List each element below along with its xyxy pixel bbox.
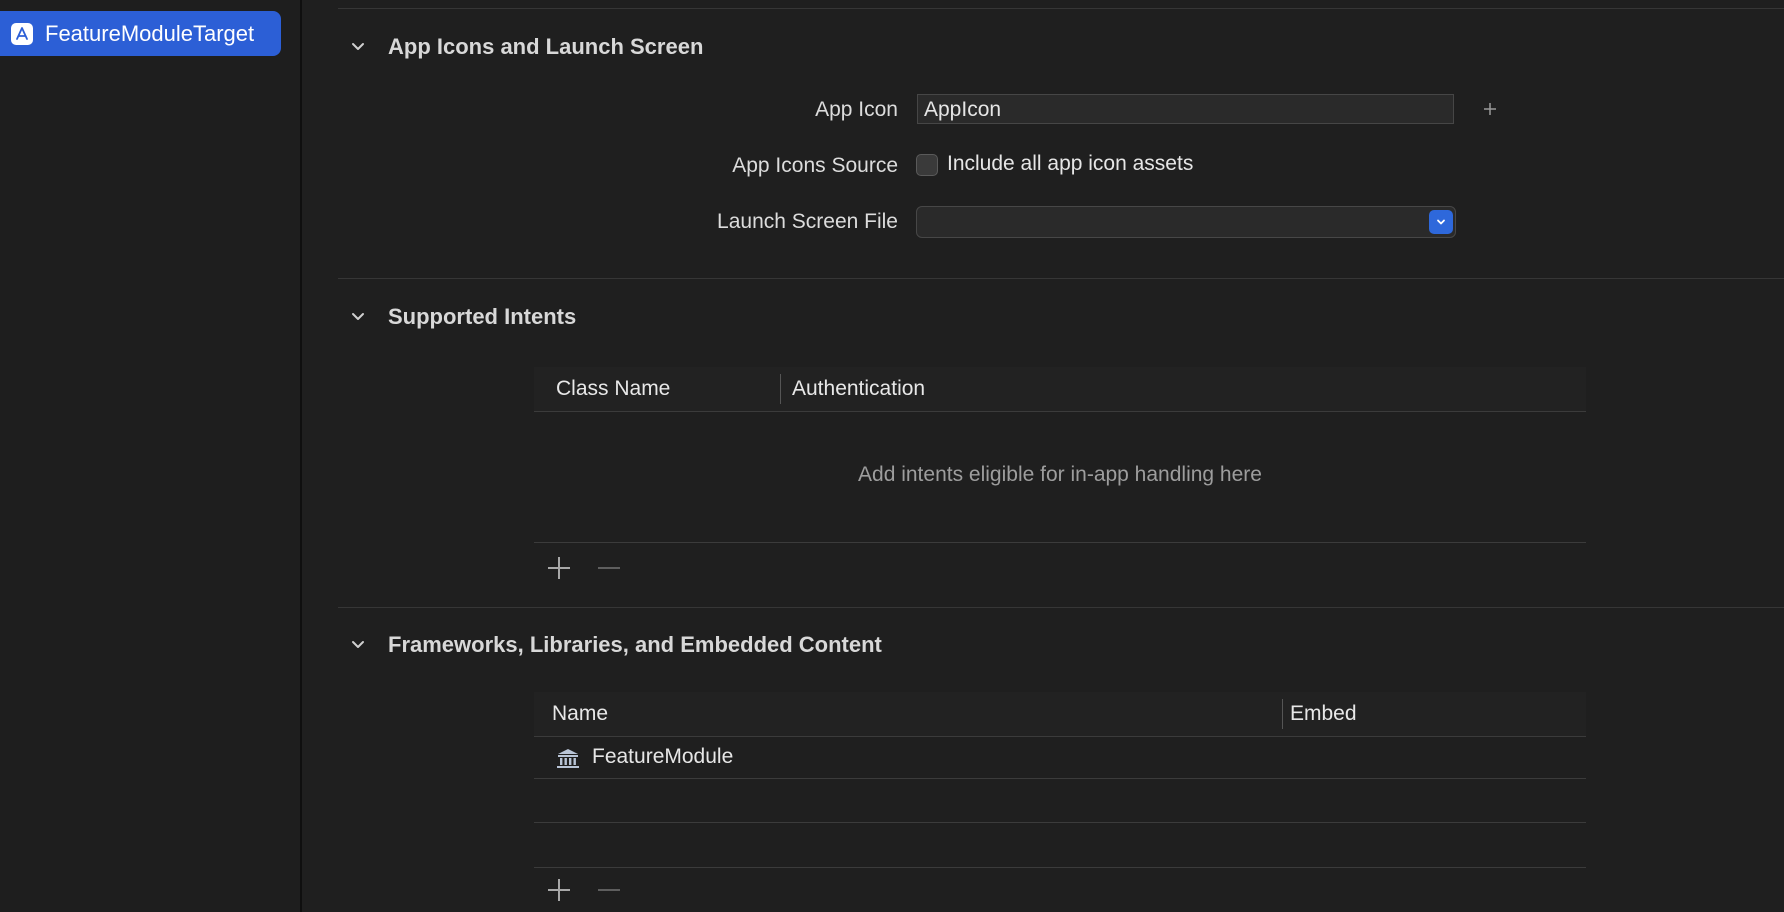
popup-arrow-button[interactable] xyxy=(1429,210,1453,234)
table-footer-divider xyxy=(534,867,1586,868)
divider xyxy=(338,607,1784,608)
app-target-icon xyxy=(11,22,33,45)
column-header-authentication[interactable]: Authentication xyxy=(792,367,925,411)
section-title: App Icons and Launch Screen xyxy=(388,34,704,59)
remove-intent-button[interactable] xyxy=(594,553,624,583)
app-icons-source-label: App Icons Source xyxy=(732,154,898,177)
add-framework-button[interactable] xyxy=(544,875,574,905)
main-content: App Icons and Launch Screen App Icon App… xyxy=(302,0,1784,912)
add-intent-button[interactable] xyxy=(544,553,574,583)
divider xyxy=(338,278,1784,279)
column-header-embed[interactable]: Embed xyxy=(1290,692,1357,736)
sidebar: FeatureModuleTarget xyxy=(0,0,302,912)
divider xyxy=(338,8,1784,9)
include-all-checkbox[interactable] xyxy=(916,154,938,176)
intents-table: Class Name Authentication Add intents el… xyxy=(534,367,1586,587)
chevron-down-icon xyxy=(352,43,364,50)
target-item-featuremoduletarget[interactable]: FeatureModuleTarget xyxy=(0,11,281,56)
section-header-app-icons[interactable]: App Icons and Launch Screen xyxy=(350,34,703,60)
column-header-class-name[interactable]: Class Name xyxy=(556,367,670,411)
chevron-down-icon xyxy=(1437,219,1445,225)
plus-icon xyxy=(548,879,570,901)
minus-icon xyxy=(598,567,620,569)
section-header-supported-intents[interactable]: Supported Intents xyxy=(350,304,576,330)
chevron-down-icon xyxy=(352,313,364,320)
app-icon-field[interactable]: AppIcon xyxy=(917,94,1454,124)
add-icon-button[interactable] xyxy=(1478,98,1502,122)
plus-icon xyxy=(548,557,570,579)
launch-screen-popup[interactable] xyxy=(916,206,1456,238)
section-header-frameworks[interactable]: Frameworks, Libraries, and Embedded Cont… xyxy=(350,632,882,658)
table-header: Class Name Authentication xyxy=(534,367,1586,412)
framework-building-icon xyxy=(556,747,580,774)
table-footer-divider xyxy=(534,542,1586,543)
target-label: FeatureModuleTarget xyxy=(45,20,255,46)
table-header: Name Embed xyxy=(534,692,1586,737)
empty-message: Add intents eligible for in-app handling… xyxy=(858,463,1262,486)
minus-icon xyxy=(598,889,620,891)
launch-screen-label: Launch Screen File xyxy=(717,210,898,233)
column-header-name[interactable]: Name xyxy=(552,692,608,736)
table-row-divider xyxy=(534,822,1586,823)
table-row[interactable]: FeatureModule xyxy=(534,736,1586,779)
framework-name: FeatureModule xyxy=(592,745,734,768)
app-icon-label: App Icon xyxy=(815,98,898,121)
plus-icon xyxy=(1484,103,1496,115)
chevron-down-icon xyxy=(352,641,364,648)
frameworks-table: Name Embed FeatureModule xyxy=(534,692,1586,912)
remove-framework-button[interactable] xyxy=(594,875,624,905)
include-all-label[interactable]: Include all app icon assets xyxy=(947,152,1193,176)
column-divider[interactable] xyxy=(780,374,781,404)
section-title: Frameworks, Libraries, and Embedded Cont… xyxy=(388,632,882,657)
column-divider[interactable] xyxy=(1282,699,1283,729)
section-title: Supported Intents xyxy=(388,304,577,329)
